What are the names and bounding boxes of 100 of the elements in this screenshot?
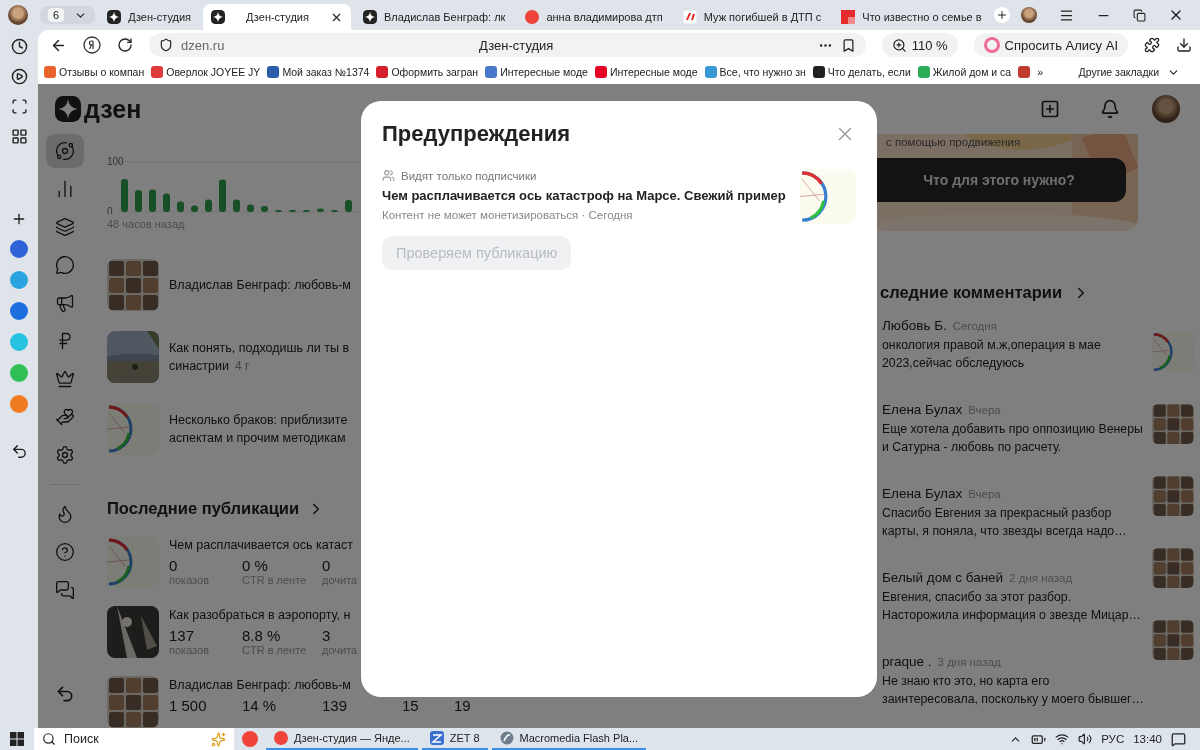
favicon-icon	[525, 10, 540, 24]
chart-bar	[177, 201, 184, 212]
item-title[interactable]: Как понять, подходишь ли ты в	[169, 341, 350, 355]
bookmark-item[interactable]: Интересные моде	[485, 66, 588, 78]
nav-item[interactable]	[46, 134, 84, 168]
app-icon[interactable]	[10, 302, 28, 320]
item-title[interactable]: синастрии	[169, 359, 229, 373]
comment-author[interactable]: Белый дом с баней	[882, 570, 1004, 585]
comment-author[interactable]: Любовь Б.	[882, 318, 947, 333]
item-age: 4 г	[235, 359, 250, 373]
browser-tab[interactable]: Что известно о семье в	[833, 4, 990, 30]
comment-text[interactable]: Не знаю кто это, но карта его заинтересовала, поскольку у моего бывшег…	[882, 672, 1144, 708]
publication-meta: Контент не может монетизироваться · Сегодня	[382, 209, 634, 221]
grid-icon[interactable]	[10, 128, 28, 145]
bell-icon[interactable]	[1100, 99, 1120, 119]
play-icon[interactable]	[10, 68, 28, 85]
yandex-circle-icon[interactable]	[83, 36, 101, 54]
item-title[interactable]: аспектам и прочим методикам	[169, 431, 346, 445]
browser-tab[interactable]: Дзен-студия	[203, 4, 351, 30]
section-heading[interactable]: Последние публикации	[107, 499, 300, 518]
bookmark-item[interactable]: Все, что нужно зн	[704, 66, 806, 78]
chart-bar	[191, 205, 198, 212]
dzen-logo-icon	[362, 10, 377, 24]
zoom-button[interactable]: 110 %	[881, 33, 958, 57]
profile-avatar[interactable]	[1021, 7, 1037, 23]
comment-text[interactable]: онкология правой м.ж,операция в мае 2023,сейчас обследуюсь	[882, 336, 1144, 372]
windows-icon[interactable]	[10, 732, 24, 746]
browser-tab[interactable]: Владислав Бенграф: лк	[354, 4, 514, 30]
screenshot-icon[interactable]	[10, 98, 28, 115]
wifi-icon[interactable]	[1055, 732, 1070, 746]
section-heading[interactable]: следние комментарии	[880, 283, 1063, 302]
chart-bar	[121, 179, 128, 212]
stat-value: 3	[322, 627, 332, 644]
menu-icon[interactable]	[1059, 7, 1074, 23]
volume-icon[interactable]	[1078, 732, 1093, 746]
alice-button[interactable]: Спросить Алису AI	[973, 33, 1128, 57]
sparkles-icon	[211, 731, 226, 747]
app-icon	[429, 731, 444, 745]
axis-label: 100	[107, 155, 124, 167]
bookmark-item[interactable]: Интересные моде	[594, 66, 698, 78]
add-icon[interactable]	[1040, 99, 1060, 119]
stat-value: 8.8 %	[242, 627, 282, 644]
favicon-icon	[682, 10, 697, 24]
bookmark-item[interactable]: Оформить загран	[376, 66, 479, 78]
app-icon[interactable]	[10, 240, 28, 258]
bookmark-item[interactable]: Мой заказ №1374	[267, 66, 370, 78]
chart-bar	[135, 190, 142, 212]
stat-value: 15	[402, 697, 420, 714]
logo-text: дзен	[84, 94, 142, 124]
browser-tab[interactable]: Муж погибшей в ДТП с	[674, 4, 830, 30]
clock-icon[interactable]	[10, 38, 28, 55]
bookmark-item[interactable]: Оверлок JOYEE JY	[151, 66, 261, 78]
taskbar-app[interactable]: Macromedia Flash Pla...	[491, 728, 647, 750]
comment-text[interactable]: Еще хотела добавить про оппозицию Венеры и Сатурна - любовь по расчету.	[882, 420, 1144, 456]
reload-icon[interactable]	[117, 37, 133, 53]
bookmark-item[interactable]: Жилой дом и са	[917, 66, 1012, 78]
browser-icon[interactable]	[242, 731, 258, 747]
chart-bar	[233, 199, 240, 212]
favicon-icon	[274, 731, 288, 745]
download-icon[interactable]	[1176, 37, 1192, 53]
chart-bar	[345, 200, 352, 212]
language-indicator[interactable]: РУС	[1101, 733, 1125, 745]
other-bookmarks[interactable]: Другие закладки	[1078, 65, 1194, 79]
comment-author[interactable]: Елена Булах	[882, 486, 963, 501]
item-title[interactable]: Владислав Бенграф: любовь-м	[169, 278, 351, 292]
stat-value: 0	[322, 557, 332, 574]
comment-text[interactable]: Спасибо Евгения за прекрасный разбор карты, я поняла, что звезды всегда надо…	[882, 504, 1144, 540]
bookmark-item[interactable]: Отзывы о компан	[44, 66, 145, 78]
tab-counter[interactable]: 6	[40, 6, 96, 24]
bookmark-icon[interactable]	[840, 37, 856, 53]
comment-author[interactable]: praque .	[882, 654, 932, 669]
help-icon	[55, 542, 75, 562]
taskbar-app[interactable]: ZET 8	[421, 728, 488, 750]
zoom-icon	[891, 37, 907, 53]
new-tab-icon[interactable]	[993, 7, 1010, 23]
profile-avatar[interactable]	[1152, 95, 1180, 123]
item-title[interactable]: Несколько браков: приблизите	[169, 413, 348, 427]
favicon-icon	[841, 10, 856, 24]
chart-bar	[219, 179, 226, 212]
undo-icon[interactable]	[10, 443, 28, 460]
bookmark-item[interactable]: Что делать, если	[812, 66, 911, 78]
notifications-icon[interactable]	[1171, 731, 1186, 747]
profile-avatar[interactable]	[8, 5, 28, 25]
taskbar-app[interactable]: Дзен-студия — Янде...	[266, 728, 418, 750]
stat-value: 137	[169, 627, 196, 644]
crown-icon	[55, 369, 75, 389]
comment-text[interactable]: Евгения, спасибо за этот разбор. Насторожила информация о звезде Мицар…	[882, 588, 1144, 624]
app-icon	[499, 731, 514, 745]
more-bookmarks[interactable]: »	[1037, 66, 1044, 78]
browser-tab[interactable]: Дзен-студия	[99, 4, 200, 30]
extensions-icon[interactable]	[1144, 37, 1160, 53]
clock-time[interactable]: 13:40	[1133, 733, 1162, 745]
address-bar[interactable]: dzen.ru Дзен-студия	[149, 33, 866, 57]
publication-title[interactable]: Чем расплачивается ось катастроф на Марсе. Свежий пример	[382, 188, 794, 203]
megaphone-icon	[55, 293, 75, 313]
restore-icon[interactable]	[1133, 8, 1146, 22]
browser-tab[interactable]: анна владимирова дтп	[517, 4, 671, 30]
add-icon[interactable]	[11, 211, 27, 227]
comment-author[interactable]: Елена Булах	[882, 402, 963, 417]
search-field[interactable]: Поиск	[34, 728, 234, 750]
